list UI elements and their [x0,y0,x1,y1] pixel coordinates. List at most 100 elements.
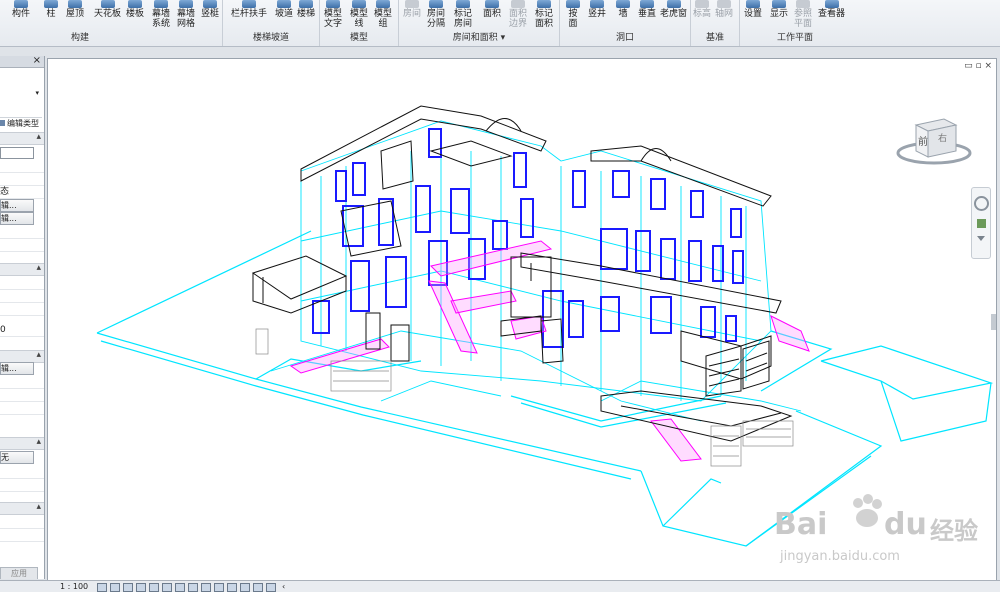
model-group-button[interactable]: 模型 组 [374,0,392,29]
dropdown-value[interactable]: 无 [0,451,34,464]
vertical-icon [640,0,654,8]
area-button[interactable]: 面积 [483,0,501,19]
section-header-2[interactable]: ▴ [0,263,44,276]
model-line-button[interactable]: 模型 线 [350,0,368,29]
ceiling-label: 天花板 [94,9,122,19]
properties-titlebar: × [0,56,44,68]
property-input[interactable] [0,147,34,159]
room-group-label[interactable]: 房间和面积 ▾ [399,30,559,43]
model-text-icon [326,0,340,8]
3d-viewport[interactable]: ▭ ▫ × 前 右 Bai du 经验 jingyan.baidu.com [47,58,997,582]
ramp-button[interactable]: 坡道 [275,0,293,19]
viewer-label: 查看器 [818,9,846,19]
area-boundary-label: 面积 边界 [509,9,528,29]
curtain-system-button[interactable]: 幕墙 系统 [152,0,170,29]
area-boundary-button[interactable]: 面积 边界 [509,0,527,29]
ribbon-group-workplane: 设置 显示 参照 平面 查看器 工作平面 [740,0,850,46]
stair-button[interactable]: 楼梯 [297,0,315,19]
shaft-button[interactable]: 竖井 [588,0,606,19]
edit-button-3[interactable]: 辑... [0,362,34,375]
section-header-5[interactable]: ▴ [0,502,44,515]
curtain-grid-label: 幕墙 网格 [177,9,196,29]
collapse-icon: ▴ [36,350,41,360]
chevron-left-icon[interactable]: ‹ [282,581,285,592]
level-button[interactable]: 标高 [693,0,711,19]
ceiling-icon [100,0,115,8]
mullion-label: 竖梃 [201,9,220,19]
column-icon [44,0,58,8]
property-row [0,402,44,415]
show-button[interactable]: 显示 [770,0,788,19]
railing-button[interactable]: 栏杆扶手 [231,0,267,19]
ref-plane-button[interactable]: 参照 平面 [794,0,812,29]
viewcube-front-label[interactable]: 前 [918,133,928,148]
dormer-button[interactable]: 老虎窗 [660,0,687,19]
property-row [0,277,44,290]
roof-button[interactable]: 屋顶 [66,0,84,19]
tag-area-button[interactable]: 标记 面积 [535,0,553,29]
zoom-icon[interactable] [976,219,986,228]
viewport-controls: ▭ ▫ × [964,61,992,71]
vertical-scrollbar[interactable] [991,314,996,330]
section-header-1[interactable]: ▴ [0,132,44,145]
viewcube[interactable]: 前 右 [894,111,974,171]
watermark-cn: 经验 [930,517,978,545]
curtain-system-icon [154,0,168,8]
roof-label: 屋顶 [66,9,85,19]
stairs-group-label: 楼梯坡道 [252,33,289,43]
type-selector[interactable]: ▾ [0,69,42,118]
curtain-system-label: 幕墙 系统 [152,9,171,29]
component-button[interactable]: 构件 [12,0,30,19]
set-button[interactable]: 设置 [744,0,762,19]
room-separator-icon [429,0,443,8]
wall-opening-button[interactable]: 墙 [616,0,630,19]
properties-close-icon[interactable]: × [33,56,41,66]
tag-room-button[interactable]: 标记 房间 [454,0,472,29]
area-label: 面积 [483,9,502,19]
viewcube-graphic [896,118,972,165]
stair-label: 楼梯 [297,9,316,19]
minimize-icon[interactable]: ▭ [964,61,973,71]
room-button[interactable]: 房间 [403,0,421,19]
grid-button[interactable]: 轴网 [715,0,733,19]
scale-label[interactable]: 1 : 100 [60,581,88,592]
ceiling-button[interactable]: 天花板 [94,0,121,19]
column-button[interactable]: 柱 [44,0,58,19]
curtain-grid-button[interactable]: 幕墙 网格 [177,0,195,29]
ribbon-group-stairs: 栏杆扶手 坡道 楼梯 楼梯坡道 [223,0,320,46]
floor-button[interactable]: 楼板 [126,0,144,19]
set-label: 设置 [744,9,763,19]
chevron-down-icon: ▾ [35,89,39,97]
property-row [0,239,44,252]
restore-icon[interactable]: ▫ [975,61,981,71]
shaft-label: 竖井 [588,9,607,19]
vertical-button[interactable]: 垂直 [638,0,656,19]
model-text-button[interactable]: 模型 文字 [324,0,342,29]
build-group-label: 构建 [70,33,89,43]
tag-room-icon [456,0,470,8]
apply-button[interactable]: 应用 [0,567,38,579]
section-header-4[interactable]: ▴ [0,437,44,450]
dormer-label: 老虎窗 [660,9,688,19]
wall-opening-icon [616,0,630,8]
mullion-button[interactable]: 竖梃 [201,0,219,19]
ramp-label: 坡道 [275,9,294,19]
steering-wheel-icon[interactable] [973,196,989,211]
property-row: 0 [0,324,44,337]
edit-button-1[interactable]: 辑... [0,199,34,212]
stair-icon [299,0,313,8]
ribbon-group-room: 房间 房间 分隔 标记 房间 面积 面积 边界 标记 面积 房间和面积 ▾ [399,0,560,46]
edit-type-button[interactable]: 编辑类型 [0,118,42,129]
wall-opening-label: 墙 [618,9,628,19]
viewer-button[interactable]: 查看器 [818,0,845,19]
model-line-label: 模型 线 [350,9,369,29]
chevron-down-icon[interactable] [977,236,985,241]
model-group-label-text: 模型 [349,33,368,43]
room-separator-button[interactable]: 房间 分隔 [427,0,445,29]
close-icon[interactable]: × [984,61,992,71]
ref-plane-label: 参照 平面 [794,9,813,29]
edit-button-2[interactable]: 辑... [0,212,34,225]
viewcube-right-label[interactable]: 右 [938,131,947,144]
component-label: 构件 [12,9,31,19]
by-face-button[interactable]: 按 面 [566,0,580,29]
